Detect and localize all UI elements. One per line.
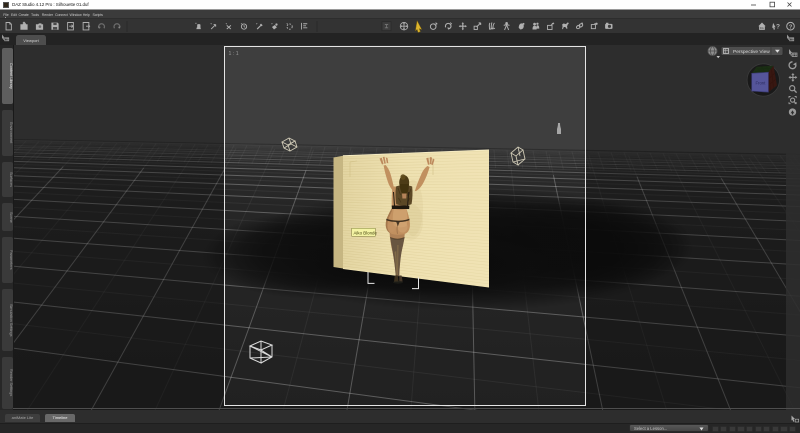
svg-text:?: ? (789, 24, 793, 30)
svg-text:1 : 1: 1 : 1 (229, 51, 239, 57)
svg-text:Front: Front (756, 81, 767, 86)
svg-text:Aiko Blonde: Aiko Blonde (354, 230, 378, 235)
svg-text:?: ? (776, 23, 780, 30)
svg-text:Perspective View: Perspective View (733, 49, 770, 55)
svg-text:DA: DA (760, 25, 764, 29)
